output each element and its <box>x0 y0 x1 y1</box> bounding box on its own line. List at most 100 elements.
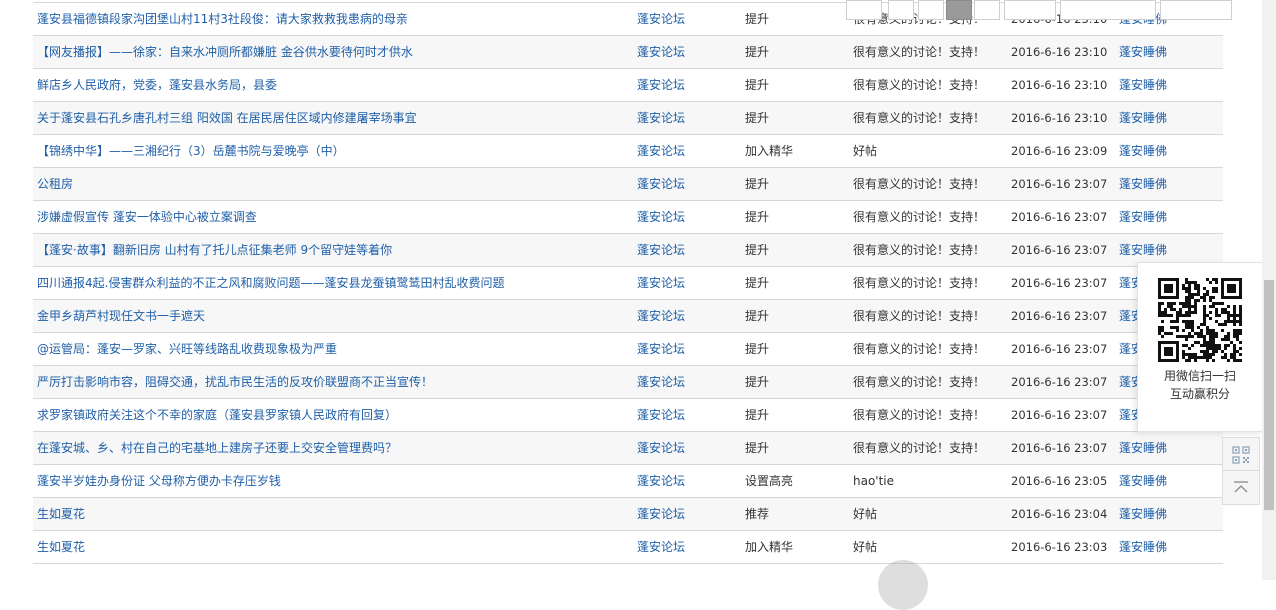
moderator-link[interactable]: 蓬安睡佛 <box>1119 432 1219 464</box>
moderation-comment: 很有意义的讨论！支持！ <box>853 276 986 290</box>
back-to-top-button[interactable] <box>1222 470 1260 505</box>
qr-caption: 用微信扫一扫 互动赢积分 <box>1138 367 1262 403</box>
moderation-action: 提升 <box>745 276 770 290</box>
moderator-link[interactable]: 蓬安睡佛 <box>1119 102 1219 134</box>
table-row: 求罗家镇政府关注这个不幸的家庭（蓬安县罗家镇人民政府有回复） 蓬安论坛 提升 很有意义… <box>33 399 1223 432</box>
forum-link[interactable]: 蓬安论坛 <box>637 201 737 233</box>
forum-link[interactable]: 蓬安论坛 <box>637 267 737 299</box>
table-row: 蓬安半岁娃办身份证 父母称方便办卡存压岁钱 蓬安论坛 设置高亮 hao'tie 2016… <box>33 465 1223 498</box>
thread-title-link[interactable]: 【蓬安·故事】翻新旧房 山村有了托儿点征集老师 9个留守娃等着你 <box>37 234 627 266</box>
moderation-comment: 很有意义的讨论！支持！ <box>853 111 986 125</box>
thread-title-link[interactable]: 生如夏花 <box>37 531 627 563</box>
thread-title-link[interactable]: 【网友播报】——徐家：自来水冲厕所都嫌脏 金谷供水要待何时才供水 <box>37 36 627 68</box>
qr-toggle-button[interactable] <box>1222 437 1260 472</box>
moderation-comment: 很有意义的讨论！支持！ <box>853 342 986 356</box>
moderator-link[interactable]: 蓬安睡佛 <box>1119 135 1219 167</box>
table-row: 生如夏花 蓬安论坛 加入精华 好帖 2016-6-16 23:03 蓬安睡佛 <box>33 531 1223 564</box>
page-button[interactable] <box>846 0 882 20</box>
qr-caption-line1: 用微信扫一扫 <box>1163 369 1236 383</box>
timestamp: 2016-6-16 23:10 <box>1011 45 1108 59</box>
moderation-action: 提升 <box>745 309 770 323</box>
table-row: 公租房 蓬安论坛 提升 很有意义的讨论！支持！ 2016-6-16 23:07 蓬安睡佛 <box>33 168 1223 201</box>
forum-link[interactable]: 蓬安论坛 <box>637 333 737 365</box>
forum-link[interactable]: 蓬安论坛 <box>637 168 737 200</box>
qr-caption-line2: 互动赢积分 <box>1169 387 1230 401</box>
table-row: 关于蓬安县石孔乡唐孔村三组 阳效国 在居民居住区域内修建屠宰场事宜 蓬安论坛 提升 很… <box>33 102 1223 135</box>
table-row: 金甲乡葫芦村现任文书一手遮天 蓬安论坛 提升 很有意义的讨论！支持！ 2016-6-16… <box>33 300 1223 333</box>
moderation-action: 提升 <box>745 441 770 455</box>
moderator-link[interactable]: 蓬安睡佛 <box>1119 36 1219 68</box>
forum-link[interactable]: 蓬安论坛 <box>637 531 737 563</box>
moderator-link[interactable]: 蓬安睡佛 <box>1119 168 1219 200</box>
forum-link[interactable]: 蓬安论坛 <box>637 3 737 35</box>
moderator-link[interactable]: 蓬安睡佛 <box>1119 69 1219 101</box>
forum-link[interactable]: 蓬安论坛 <box>637 135 737 167</box>
back-to-top-icon <box>1234 480 1248 492</box>
forum-link[interactable]: 蓬安论坛 <box>637 234 737 266</box>
timestamp: 2016-6-16 23:07 <box>1011 441 1108 455</box>
moderator-link[interactable]: 蓬安睡佛 <box>1119 531 1219 563</box>
next-page-button[interactable] <box>1160 0 1232 20</box>
moderation-comment: 很有意义的讨论！支持！ <box>853 177 986 191</box>
moderation-action: 提升 <box>745 408 770 422</box>
moderation-action: 提升 <box>745 375 770 389</box>
thread-title-link[interactable]: 关于蓬安县石孔乡唐孔村三组 阳效国 在居民居住区域内修建屠宰场事宜 <box>37 102 627 134</box>
page-jump-input[interactable] <box>1060 0 1156 20</box>
thread-title-link[interactable]: 严厉打击影响市容，阻碍交通，扰乱市民生活的反攻价联盟商不正当宣传！ <box>37 366 627 398</box>
moderation-action: 提升 <box>745 342 770 356</box>
thread-title-link[interactable]: @运管局：蓬安—罗家、兴旺等线路乱收费现象极为严重 <box>37 333 627 365</box>
thread-title-link[interactable]: 蓬安半岁娃办身份证 父母称方便办卡存压岁钱 <box>37 465 627 497</box>
moderation-action: 推荐 <box>745 507 770 521</box>
moderation-comment: 很有意义的讨论！支持！ <box>853 408 986 422</box>
moderation-comment: 很有意义的讨论！支持！ <box>853 78 986 92</box>
vertical-scrollbar[interactable] <box>1262 0 1276 580</box>
table-row: 生如夏花 蓬安论坛 推荐 好帖 2016-6-16 23:04 蓬安睡佛 <box>33 498 1223 531</box>
page-button[interactable] <box>888 0 914 20</box>
moderation-action: 提升 <box>745 45 770 59</box>
moderator-link[interactable]: 蓬安睡佛 <box>1119 498 1219 530</box>
forum-link[interactable]: 蓬安论坛 <box>637 366 737 398</box>
scrollbar-thumb[interactable] <box>1264 280 1274 510</box>
forum-link[interactable]: 蓬安论坛 <box>637 432 737 464</box>
qr-code-image <box>1158 278 1242 362</box>
table-row: 四川通报4起.侵害群众利益的不正之风和腐败问题——蓬安县龙蚕镇鹭鸶田村乱收费问题… <box>33 267 1223 300</box>
forum-link[interactable]: 蓬安论坛 <box>637 498 737 530</box>
page-button[interactable] <box>974 0 1000 20</box>
timestamp: 2016-6-16 23:07 <box>1011 408 1108 422</box>
page-button[interactable] <box>918 0 944 20</box>
thread-title-link[interactable]: 【锦绣中华】——三湘纪行（3）岳麓书院与爱晚亭（中） <box>37 135 627 167</box>
forum-link[interactable]: 蓬安论坛 <box>637 465 737 497</box>
thread-title-link[interactable]: 生如夏花 <box>37 498 627 530</box>
forum-link[interactable]: 蓬安论坛 <box>637 36 737 68</box>
table-row: 鲜店乡人民政府，党委，蓬安县水务局，县委 蓬安论坛 提升 很有意义的讨论！支持！ 201… <box>33 69 1223 102</box>
thread-title-link[interactable]: 金甲乡葫芦村现任文书一手遮天 <box>37 300 627 332</box>
forum-link[interactable]: 蓬安论坛 <box>637 300 737 332</box>
page-button[interactable] <box>1004 0 1056 20</box>
current-page-button[interactable] <box>946 0 972 20</box>
thread-title-link[interactable]: 在蓬安城、乡、村在自己的宅基地上建房子还要上交安全管理费吗？ <box>37 432 627 464</box>
thread-title-link[interactable]: 鲜店乡人民政府，党委，蓬安县水务局，县委 <box>37 69 627 101</box>
timestamp: 2016-6-16 23:07 <box>1011 210 1108 224</box>
moderator-link[interactable]: 蓬安睡佛 <box>1119 201 1219 233</box>
forum-link[interactable]: 蓬安论坛 <box>637 69 737 101</box>
thread-title-link[interactable]: 求罗家镇政府关注这个不幸的家庭（蓬安县罗家镇人民政府有回复） <box>37 399 627 431</box>
timestamp: 2016-6-16 23:09 <box>1011 144 1108 158</box>
moderation-log-table: 蓬安县福德镇段家沟团堡山村11村3社段俊：请大家救救我患病的母亲蓬安论坛提升很有… <box>33 2 1223 564</box>
forum-link[interactable]: 蓬安论坛 <box>637 399 737 431</box>
moderation-action: 提升 <box>745 12 770 26</box>
moderation-comment: hao'tie <box>853 474 895 488</box>
thread-title-link[interactable]: 蓬安县福德镇段家沟团堡山村11村3社段俊：请大家救救我患病的母亲 <box>37 3 627 35</box>
moderation-comment: 很有意义的讨论！支持！ <box>853 375 986 389</box>
table-row: 【网友播报】——徐家：自来水冲厕所都嫌脏 金谷供水要待何时才供水 蓬安论坛 提升 很有… <box>33 36 1223 69</box>
thread-title-link[interactable]: 四川通报4起.侵害群众利益的不正之风和腐败问题——蓬安县龙蚕镇鹭鸶田村乱收费问题 <box>37 267 627 299</box>
moderation-action: 提升 <box>745 210 770 224</box>
moderation-action: 提升 <box>745 111 770 125</box>
thread-title-link[interactable]: 公租房 <box>37 168 627 200</box>
table-row: 【锦绣中华】——三湘纪行（3）岳麓书院与爱晚亭（中） 蓬安论坛 加入精华 好帖 2016… <box>33 135 1223 168</box>
thread-title-link[interactable]: 涉嫌虚假宣传 蓬安一体验中心被立案调查 <box>37 201 627 233</box>
moderator-link[interactable]: 蓬安睡佛 <box>1119 465 1219 497</box>
moderation-comment: 很有意义的讨论！支持！ <box>853 243 986 257</box>
timestamp: 2016-6-16 23:07 <box>1011 375 1108 389</box>
forum-link[interactable]: 蓬安论坛 <box>637 102 737 134</box>
moderation-comment: 好帖 <box>853 540 878 554</box>
